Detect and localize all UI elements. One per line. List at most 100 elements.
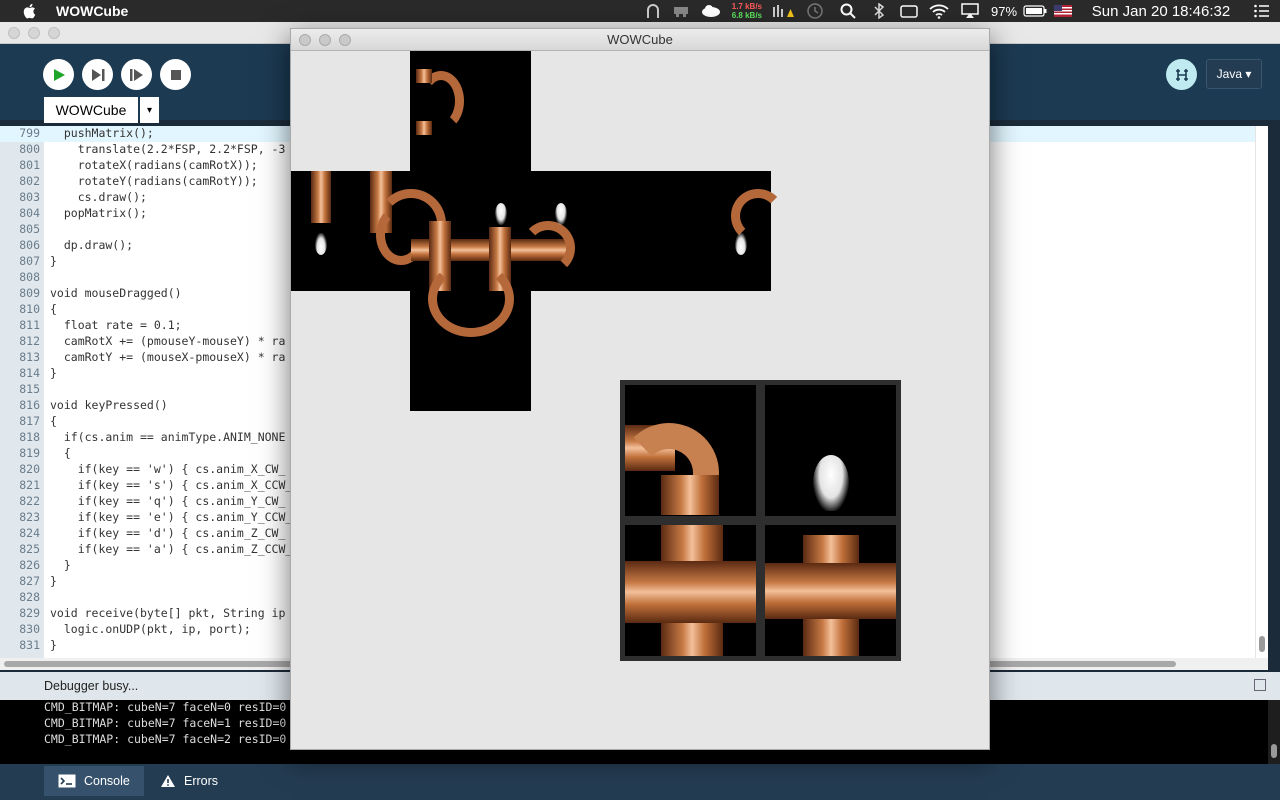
close-button[interactable]	[299, 34, 311, 46]
line-number: 828	[19, 590, 40, 604]
line-code[interactable]: {	[50, 302, 57, 316]
network-speed[interactable]: 1.7 kB/s 6.8 kB/s	[732, 2, 762, 20]
zoom-button[interactable]	[48, 27, 60, 39]
sketch-canvas[interactable]	[291, 51, 989, 749]
line-number: 819	[19, 446, 40, 460]
line-code[interactable]: }	[50, 254, 57, 268]
debugger-toggle-icon[interactable]	[1166, 59, 1197, 90]
line-code[interactable]: rotateX(radians(camRotX));	[50, 158, 258, 172]
cube-face-strip[interactable]	[291, 171, 785, 291]
battery-icon[interactable]	[1022, 0, 1048, 22]
disk-warning-icon[interactable]	[768, 0, 798, 22]
mode-selector[interactable]: Java ▾	[1206, 59, 1262, 89]
airplay-icon[interactable]	[954, 0, 986, 22]
line-number: 823	[19, 510, 40, 524]
tab-errors[interactable]: Errors	[146, 766, 232, 796]
line-code[interactable]: if(key == 'e') { cs.anim_Y_CCW_	[50, 510, 293, 524]
notification-center-icon[interactable]	[1244, 0, 1280, 22]
line-code[interactable]: float rate = 0.1;	[50, 318, 182, 332]
steam-puff	[315, 233, 327, 255]
line-code[interactable]: if(key == 's') { cs.anim_X_CCW_	[50, 478, 293, 492]
wifi-icon[interactable]	[924, 0, 954, 22]
line-number: 809	[19, 286, 40, 300]
line-number: 815	[19, 382, 40, 396]
line-code[interactable]: cs.draw();	[50, 190, 147, 204]
stop-button[interactable]	[160, 59, 191, 90]
line-number: 810	[19, 302, 40, 316]
zoom-button[interactable]	[339, 34, 351, 46]
line-code[interactable]: {	[50, 446, 71, 460]
console-scrollbar[interactable]	[1268, 700, 1280, 764]
active-app-name[interactable]: WOWCube	[56, 3, 128, 19]
battery-percent[interactable]: 97%	[986, 0, 1022, 22]
line-code[interactable]: popMatrix();	[50, 206, 147, 220]
line-number: 803	[19, 190, 40, 204]
line-code[interactable]: void receive(byte[] pkt, String ip	[50, 606, 285, 620]
line-code[interactable]: if(key == 'w') { cs.anim_X_CW_	[50, 462, 286, 476]
line-number: 816	[19, 398, 40, 412]
line-number: 811	[19, 318, 40, 332]
line-code[interactable]: translate(2.2*FSP, 2.2*FSP, -3	[50, 142, 286, 156]
line-number: 805	[19, 222, 40, 236]
tile-cross[interactable]	[620, 520, 761, 661]
line-code[interactable]: camRotY += (mouseX-pmouseX) * ra	[50, 350, 286, 364]
bluetooth-icon[interactable]	[864, 0, 894, 22]
steam-puff	[495, 203, 507, 225]
line-code[interactable]: dp.draw();	[50, 238, 133, 252]
line-number: 831	[19, 638, 40, 652]
tile-elbow[interactable]	[619, 380, 761, 523]
tile-steam[interactable]	[760, 380, 901, 521]
vpn-icon[interactable]	[640, 0, 666, 22]
line-code[interactable]: camRotX += (pmouseY-mouseY) * ra	[50, 334, 286, 348]
scroll-thumb[interactable]	[1259, 636, 1265, 652]
minimize-button[interactable]	[319, 34, 331, 46]
copy-console-icon[interactable]	[1254, 679, 1266, 691]
steam-puff	[735, 233, 747, 255]
cube-face-top[interactable]	[410, 51, 531, 171]
line-code[interactable]: if(cs.anim == animType.ANIM_NONE	[50, 430, 286, 444]
line-code[interactable]: }	[50, 558, 71, 572]
tab-menu-button[interactable]: ▾	[140, 97, 159, 123]
run-button[interactable]	[43, 59, 74, 90]
line-number: 812	[19, 334, 40, 348]
tab-console[interactable]: Console	[44, 766, 144, 796]
tab-wowcube[interactable]: WOWCube	[44, 97, 138, 123]
tile-cross-narrow[interactable]	[760, 520, 901, 661]
us-flag-icon[interactable]	[1048, 0, 1078, 22]
sketch-window-title: WOWCube	[607, 32, 673, 47]
continue-button[interactable]	[121, 59, 152, 90]
line-code[interactable]: if(key == 'a') { cs.anim_Z_CCW_	[50, 542, 293, 556]
sketch-titlebar: WOWCube	[291, 29, 989, 51]
line-number: 818	[19, 430, 40, 444]
line-code[interactable]: if(key == 'q') { cs.anim_Y_CW_	[50, 494, 286, 508]
line-code[interactable]: pushMatrix();	[50, 126, 154, 140]
line-code[interactable]: }	[50, 638, 57, 652]
line-code[interactable]: logic.onUDP(pkt, ip, port);	[50, 622, 251, 636]
line-number: 827	[19, 574, 40, 588]
tab-errors-label: Errors	[184, 774, 219, 788]
line-code[interactable]: {	[50, 414, 57, 428]
minimize-button[interactable]	[28, 27, 40, 39]
line-code[interactable]: void keyPressed()	[50, 398, 168, 412]
apple-icon[interactable]	[20, 3, 38, 19]
line-code[interactable]: void mouseDragged()	[50, 286, 182, 300]
macos-menubar: WOWCube 1.7 kB/s 6.8 kB/s 97% Sun Jan 20…	[0, 0, 1280, 22]
scroll-thumb[interactable]	[1271, 744, 1277, 758]
cube-face-bottom[interactable]	[410, 261, 531, 411]
net-upload: 1.7 kB/s	[731, 2, 762, 11]
line-number: 807	[19, 254, 40, 268]
line-code[interactable]: rotateY(radians(camRotY));	[50, 174, 258, 188]
step-button[interactable]	[82, 59, 113, 90]
line-code[interactable]: if(key == 'd') { cs.anim_Z_CW_	[50, 526, 286, 540]
invader-icon[interactable]	[666, 0, 696, 22]
cloud-icon[interactable]	[696, 0, 726, 22]
spotlight-search-icon[interactable]	[832, 0, 864, 22]
keyboard-icon[interactable]	[894, 0, 924, 22]
line-code[interactable]: }	[50, 366, 57, 380]
time-machine-icon[interactable]	[798, 0, 832, 22]
editor-vertical-scrollbar[interactable]	[1255, 126, 1268, 658]
line-code[interactable]: }	[50, 574, 57, 588]
clock[interactable]: Sun Jan 20 18:46:32	[1078, 0, 1244, 22]
close-button[interactable]	[8, 27, 20, 39]
steam-puff	[813, 455, 849, 511]
